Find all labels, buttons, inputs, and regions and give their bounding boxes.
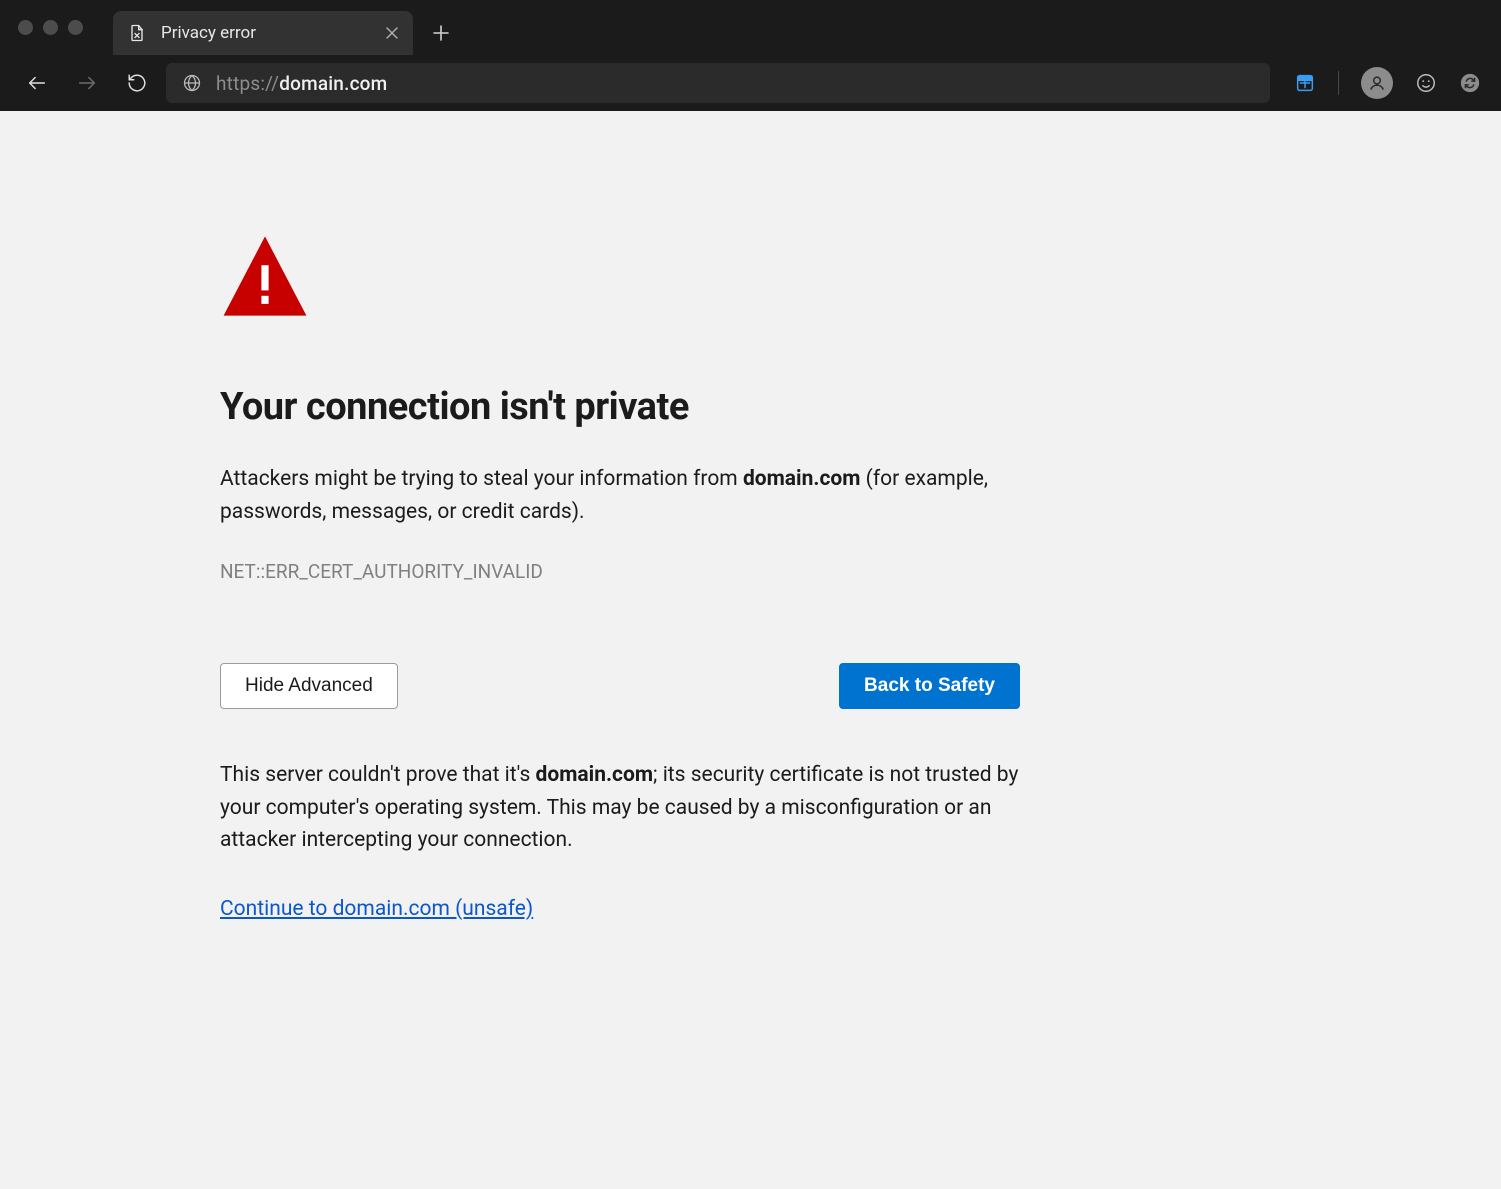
hide-advanced-button[interactable]: Hide Advanced [220,663,398,709]
feedback-icon[interactable] [1415,72,1437,94]
toolbar: https://domain.com [0,55,1501,111]
url-scheme: https:// [216,72,279,95]
close-icon[interactable] [385,26,399,40]
url-text: https://domain.com [216,72,387,95]
toolbar-divider [1338,71,1339,95]
back-to-safety-button[interactable]: Back to Safety [839,663,1020,709]
window-zoom-dot[interactable] [68,20,83,35]
proceed-unsafe-link[interactable]: Continue to domain.com (unsafe) [220,897,533,921]
address-bar[interactable]: https://domain.com [166,63,1270,103]
toolbar-right [1288,67,1481,99]
error-code: NET::ERR_CERT_AUTHORITY_INVALID [220,560,1020,583]
new-tab-button[interactable] [421,24,461,42]
error-content: Your connection isn't private Attackers … [220,231,1020,921]
back-button[interactable] [26,72,48,94]
window-minimize-dot[interactable] [43,20,58,35]
window-close-dot[interactable] [18,20,33,35]
advanced-prefix: This server couldn't prove that it's [220,763,536,787]
profile-button[interactable] [1361,67,1393,99]
globe-icon [182,73,202,93]
reload-button[interactable] [126,72,148,94]
tab-title: Privacy error [161,23,371,43]
warning-icon [220,231,1020,325]
desc-domain: domain.com [743,467,861,491]
desc-text-prefix: Attackers might be trying to steal your … [220,467,743,491]
titlebar: Privacy error [0,0,1501,55]
window-controls[interactable] [18,20,83,35]
page-body: Your connection isn't private Attackers … [0,111,1501,921]
plus-icon [432,24,450,42]
button-row: Hide Advanced Back to Safety [220,663,1020,709]
nav-buttons [26,72,148,94]
advanced-domain: domain.com [536,763,654,787]
warning-description: Attackers might be trying to steal your … [220,463,1020,528]
page-title: Your connection isn't private [220,385,1020,429]
forward-button[interactable] [76,72,98,94]
url-domain: domain.com [279,72,387,95]
tab-active[interactable]: Privacy error [113,11,413,55]
shield-icon[interactable] [1294,72,1316,94]
advanced-description: This server couldn't prove that it's dom… [220,759,1020,857]
browser-chrome: Privacy error [0,0,1501,111]
sync-icon[interactable] [1459,72,1481,94]
page-insecure-icon [127,23,147,43]
